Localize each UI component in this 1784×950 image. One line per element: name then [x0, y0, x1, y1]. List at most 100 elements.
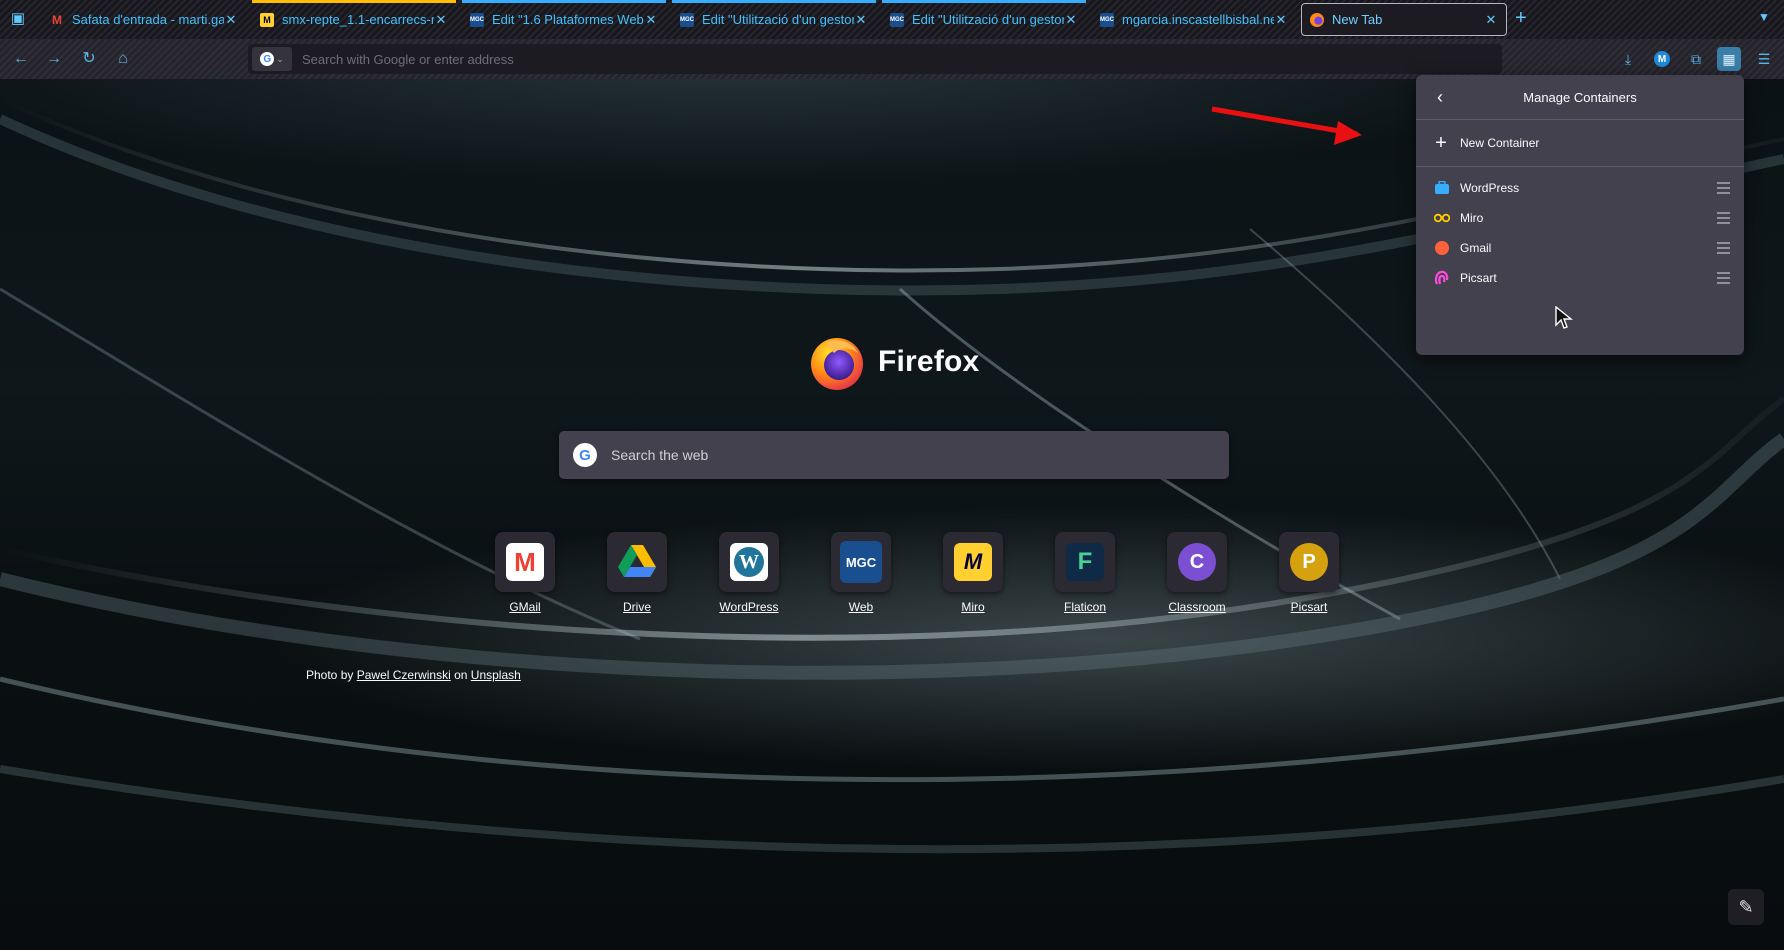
- shortcut-classroom[interactable]: C Classroom: [1141, 532, 1253, 614]
- manage-containers-panel: ‹ Manage Containers + New Container Word…: [1416, 75, 1744, 355]
- url-input[interactable]: [300, 50, 1502, 68]
- shortcut-label: Miro: [961, 600, 985, 614]
- credit-prefix: Photo by: [306, 668, 354, 682]
- tab-edit-gestor-1[interactable]: MGC Edit "Utilització d'un gestor ✕: [672, 0, 876, 36]
- drive-icon: [618, 545, 656, 577]
- container-item-miro[interactable]: Miro: [1416, 203, 1744, 233]
- pencil-icon[interactable]: ✎: [1728, 889, 1764, 925]
- firefox-logo: Firefox: [808, 333, 979, 391]
- shortcut-drive[interactable]: Drive: [581, 532, 693, 614]
- forward-arrow-icon[interactable]: →: [43, 49, 65, 69]
- nav-bar: ← → ↻ ⌂ G ⌄ ⤓ M ⧉ ▦ ☰: [0, 39, 1784, 79]
- mgc-icon: MGC: [890, 12, 904, 27]
- panel-title: Manage Containers: [1523, 89, 1637, 105]
- classroom-icon: C: [1178, 543, 1216, 581]
- credit-site-link[interactable]: Unsplash: [471, 668, 521, 682]
- shortcut-wordpress[interactable]: W WordPress: [693, 532, 805, 614]
- shortcut-tile: W: [719, 532, 779, 592]
- new-container-button[interactable]: + New Container: [1416, 120, 1744, 167]
- drag-handle-icon[interactable]: [1717, 182, 1730, 194]
- miro-icon: M: [260, 12, 274, 27]
- chevron-down-icon[interactable]: ▼: [1758, 10, 1770, 24]
- red-arrow: [1211, 106, 1358, 137]
- tab-miro[interactable]: M smx-repte_1.1-encarrecs-m ✕: [252, 0, 456, 36]
- tab-strip: ▣ M Safata d'entrada - marti.garcia ✕ M …: [0, 0, 1784, 39]
- search-input[interactable]: [609, 446, 1229, 464]
- downloads-icon[interactable]: ⤓: [1616, 47, 1640, 71]
- google-icon: G: [260, 52, 275, 66]
- url-bar[interactable]: G ⌄: [248, 44, 1502, 74]
- new-tab-plus-icon[interactable]: +: [1515, 8, 1527, 28]
- close-icon[interactable]: ✕: [1484, 12, 1498, 28]
- container-item-gmail[interactable]: Gmail: [1416, 233, 1744, 263]
- fingerprint-icon: [1434, 270, 1450, 286]
- back-arrow-icon[interactable]: ←: [10, 49, 32, 69]
- tab-mgarcia-site[interactable]: MGC mgarcia.inscastellbisbal.net/ ✕: [1092, 3, 1296, 36]
- firefox-view-icon[interactable]: ▣: [8, 10, 28, 28]
- chevron-left-icon[interactable]: ‹: [1430, 87, 1450, 107]
- containers-icon[interactable]: ▦: [1717, 47, 1741, 71]
- drag-handle-icon[interactable]: [1717, 212, 1730, 224]
- close-icon[interactable]: ✕: [854, 12, 868, 28]
- menu-hamburger-icon[interactable]: ☰: [1752, 47, 1776, 71]
- mgc-icon: MGC: [470, 12, 484, 27]
- avatar: M: [1654, 51, 1670, 67]
- credit-author-link[interactable]: Pawel Czerwinski: [357, 668, 451, 682]
- shortcut-flaticon[interactable]: F Flaticon: [1029, 532, 1141, 614]
- tab-new-tab[interactable]: New Tab ✕: [1301, 3, 1507, 36]
- account-avatar[interactable]: M: [1650, 47, 1674, 71]
- container-indicator: [462, 0, 666, 3]
- home-icon[interactable]: ⌂: [112, 49, 134, 69]
- web-search-box[interactable]: G: [559, 431, 1229, 479]
- shortcut-web[interactable]: MGC Web: [805, 532, 917, 614]
- tab-title: mgarcia.inscastellbisbal.net/: [1122, 12, 1274, 27]
- shortcut-tile: P: [1279, 532, 1339, 592]
- panel-header: ‹ Manage Containers: [1416, 75, 1744, 120]
- container-item-picsart[interactable]: Picsart: [1416, 263, 1744, 293]
- close-icon[interactable]: ✕: [1064, 12, 1078, 28]
- shortcut-tile: MGC: [831, 532, 891, 592]
- extensions-puzzle-icon[interactable]: ⧉: [1684, 47, 1708, 71]
- tab-gmail[interactable]: M Safata d'entrada - marti.garcia ✕: [42, 3, 246, 36]
- close-icon[interactable]: ✕: [1274, 12, 1288, 28]
- tab-edit-plataformes[interactable]: MGC Edit "1.6 Plataformes Web" ✕: [462, 0, 666, 36]
- tab-title: smx-repte_1.1-encarrecs-m: [282, 12, 434, 27]
- shortcut-tile: C: [1167, 532, 1227, 592]
- shortcut-tile: F: [1055, 532, 1115, 592]
- flaticon-icon: F: [1066, 543, 1104, 581]
- firefox-icon: [1310, 12, 1324, 27]
- circle-icon: [1434, 240, 1450, 256]
- wordpress-icon: W: [730, 543, 768, 581]
- shortcut-picsart[interactable]: P Picsart: [1253, 532, 1365, 614]
- close-icon[interactable]: ✕: [644, 12, 658, 28]
- shortcut-miro[interactable]: M Miro: [917, 532, 1029, 614]
- picsart-icon: P: [1290, 543, 1328, 581]
- shortcut-tile: M: [495, 532, 555, 592]
- container-list: WordPress Miro Gmail Picsart: [1416, 167, 1744, 293]
- drag-handle-icon[interactable]: [1717, 272, 1730, 284]
- gmail-icon: M: [52, 12, 62, 27]
- drag-handle-icon[interactable]: [1717, 242, 1730, 254]
- miro-icon: M: [954, 543, 992, 581]
- reload-icon[interactable]: ↻: [78, 49, 100, 69]
- close-icon[interactable]: ✕: [224, 12, 238, 28]
- shortcut-label: Web: [848, 600, 874, 614]
- credit-middle: on: [454, 668, 468, 682]
- plus-icon: +: [1435, 132, 1447, 154]
- close-icon[interactable]: ✕: [434, 12, 448, 28]
- tab-edit-gestor-2[interactable]: MGC Edit "Utilització d'un gestor ✕: [882, 0, 1086, 36]
- container-item-wordpress[interactable]: WordPress: [1416, 173, 1744, 203]
- top-sites: M GMail Drive W WordPress MGC Web M Miro…: [469, 532, 1365, 614]
- container-indicator: [672, 0, 876, 3]
- shortcut-label: Picsart: [1290, 600, 1328, 614]
- search-engine-selector[interactable]: G ⌄: [252, 47, 292, 71]
- gmail-icon: M: [506, 543, 544, 581]
- firefox-wordmark: Firefox: [878, 345, 980, 378]
- container-name: Picsart: [1460, 271, 1497, 285]
- mouse-pointer-icon: [1555, 306, 1573, 329]
- shortcut-label: GMail: [509, 600, 541, 614]
- chevron-down-icon: ⌄: [276, 53, 284, 64]
- container-name: Gmail: [1460, 241, 1492, 255]
- shortcut-gmail[interactable]: M GMail: [469, 532, 581, 614]
- shortcut-label: Classroom: [1168, 600, 1226, 614]
